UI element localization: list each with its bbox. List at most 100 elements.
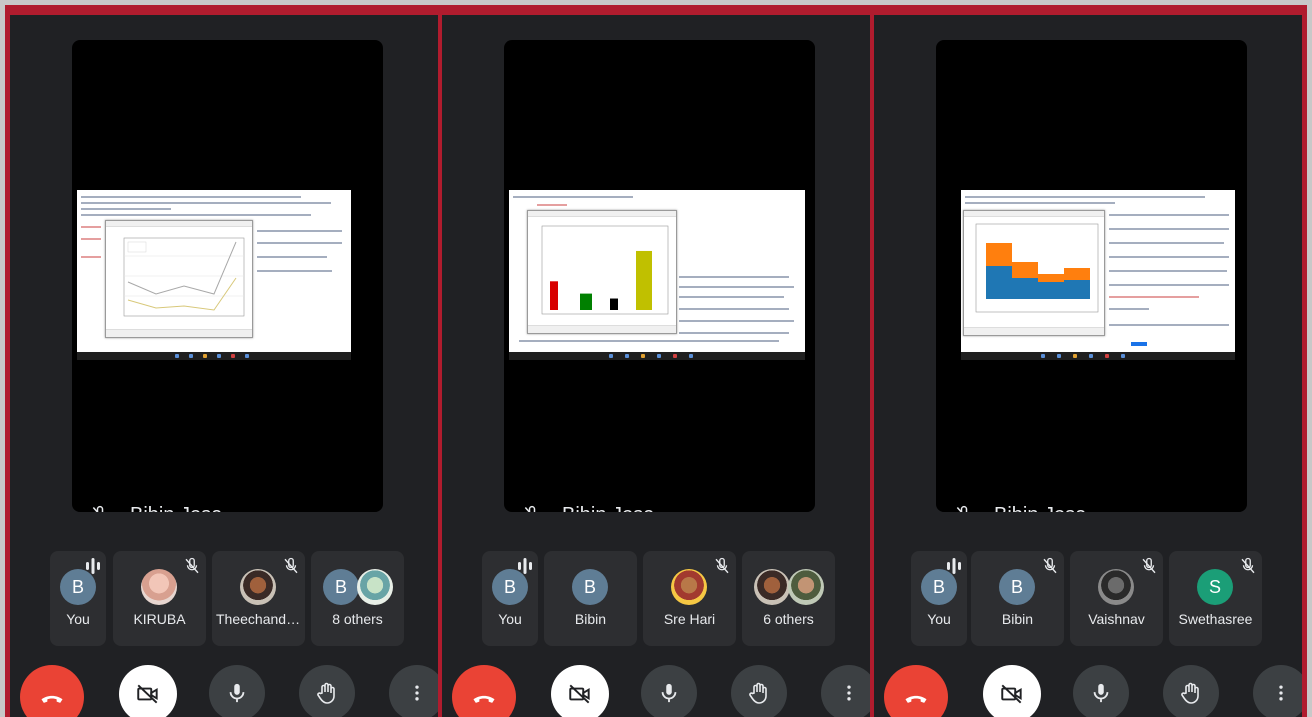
videocam-off-icon	[1001, 684, 1022, 704]
camera-toggle-button[interactable]	[983, 665, 1041, 717]
raise-hand-icon	[317, 682, 335, 704]
participant-name: 6 others	[763, 611, 814, 627]
line-chart	[123, 237, 245, 317]
participant-tile-theechandran[interactable]: Theechandran	[212, 551, 305, 646]
bar	[610, 298, 618, 310]
participant-name: You	[66, 611, 90, 627]
participant-tile-sre-hari[interactable]: Sre Hari	[643, 551, 736, 646]
mic-icon	[1093, 683, 1109, 703]
mic-off-icon	[284, 557, 298, 574]
participant-name: Bibin	[574, 611, 607, 627]
bar-segment	[1064, 268, 1090, 280]
shared-screen	[961, 190, 1235, 360]
presentation-stage[interactable]: Bibin Jose	[936, 40, 1247, 512]
avatar	[141, 569, 177, 605]
participant-name: 8 others	[332, 611, 383, 627]
speaker-label: Bibin Jose	[72, 495, 383, 512]
participant-tile-swethasree[interactable]: S Swethasree	[1169, 551, 1262, 646]
avatar: B	[572, 569, 608, 605]
speaker-name: Bibin Jose	[562, 504, 654, 513]
participant-tile-you[interactable]: B You	[911, 551, 967, 646]
camera-toggle-button[interactable]	[551, 665, 609, 717]
call-end-icon	[41, 695, 63, 703]
speaker-name: Bibin Jose	[994, 504, 1086, 513]
speaker-label: Bibin Jose	[936, 495, 1247, 512]
bar	[636, 250, 652, 310]
avatar	[671, 569, 707, 605]
end-call-button[interactable]	[20, 665, 84, 717]
end-call-button[interactable]	[452, 665, 516, 717]
participant-tile-others[interactable]: B 8 others	[311, 551, 404, 646]
videocam-off-icon	[569, 684, 590, 704]
presentation-stage[interactable]: Bibin Jose	[504, 40, 815, 512]
participant-name: KIRUBA	[133, 611, 186, 627]
avatar	[1098, 569, 1134, 605]
speaker-name: Bibin Jose	[130, 504, 222, 513]
mic-off-icon	[956, 505, 968, 512]
mic-off-icon	[185, 557, 199, 574]
bar-segment	[986, 266, 1012, 299]
bar-segment	[1064, 280, 1090, 299]
more-vert-icon	[415, 685, 419, 701]
raise-hand-button[interactable]	[731, 665, 787, 717]
bar-segment	[986, 243, 1012, 266]
avatar: B	[60, 569, 96, 605]
bar-segment	[1038, 274, 1064, 282]
speaker-label: Bibin Jose	[504, 495, 815, 512]
avatar	[357, 569, 393, 605]
avatar	[754, 569, 790, 605]
plot-window	[105, 220, 253, 338]
comparison-frame: Bibin Jose B You KIRUBA Theechandran B	[5, 5, 1307, 717]
mic-off-icon	[92, 505, 104, 512]
mic-off-icon	[715, 557, 729, 574]
avatar: B	[921, 569, 957, 605]
participant-name: You	[498, 611, 522, 627]
participant-tile-kiruba[interactable]: KIRUBA	[113, 551, 206, 646]
call-end-icon	[473, 695, 495, 703]
shared-screen	[77, 190, 351, 360]
raise-hand-button[interactable]	[1163, 665, 1219, 717]
call-end-icon	[905, 695, 927, 703]
raise-hand-icon	[1181, 682, 1199, 704]
avatar: B	[323, 569, 359, 605]
avatar	[240, 569, 276, 605]
mic-off-icon	[1241, 557, 1255, 574]
participant-name: Vaishnav	[1088, 611, 1145, 627]
more-options-button[interactable]	[821, 665, 870, 717]
bar-segment	[1012, 278, 1038, 299]
line-series-2	[127, 277, 237, 311]
avatar: B	[999, 569, 1035, 605]
bar	[550, 281, 558, 310]
participant-tile-bibin[interactable]: B Bibin	[544, 551, 637, 646]
participant-tile-vaishnav[interactable]: Vaishnav	[1070, 551, 1163, 646]
participant-tile-you[interactable]: B You	[482, 551, 538, 646]
presentation-stage[interactable]: Bibin Jose	[72, 40, 383, 512]
meet-panel-3: Bibin Jose B You B Bibin Vaishnav	[874, 15, 1302, 717]
avatar: B	[492, 569, 528, 605]
more-vert-icon	[1279, 685, 1283, 701]
bar	[580, 293, 592, 310]
mic-button[interactable]	[1073, 665, 1129, 717]
bar-segment	[1038, 282, 1064, 299]
mic-off-icon	[524, 505, 536, 512]
participant-name: Swethasree	[1178, 611, 1253, 627]
participant-tile-others[interactable]: 6 others	[742, 551, 835, 646]
end-call-button[interactable]	[884, 665, 948, 717]
mic-icon	[229, 683, 245, 703]
participant-name: Theechandran	[216, 611, 305, 627]
raise-hand-button[interactable]	[299, 665, 355, 717]
mic-button[interactable]	[641, 665, 697, 717]
mic-off-icon	[1043, 557, 1057, 574]
participant-tile-bibin[interactable]: B Bibin	[971, 551, 1064, 646]
more-options-button[interactable]	[1253, 665, 1302, 717]
camera-toggle-button[interactable]	[119, 665, 177, 717]
mic-button[interactable]	[209, 665, 265, 717]
bar-segment	[1012, 262, 1038, 278]
avatar	[788, 569, 824, 605]
raise-hand-icon	[749, 682, 767, 704]
more-options-button[interactable]	[389, 665, 438, 717]
participant-tile-you[interactable]: B You	[50, 551, 106, 646]
more-vert-icon	[847, 685, 851, 701]
mic-icon	[661, 683, 677, 703]
shared-screen	[509, 190, 805, 360]
